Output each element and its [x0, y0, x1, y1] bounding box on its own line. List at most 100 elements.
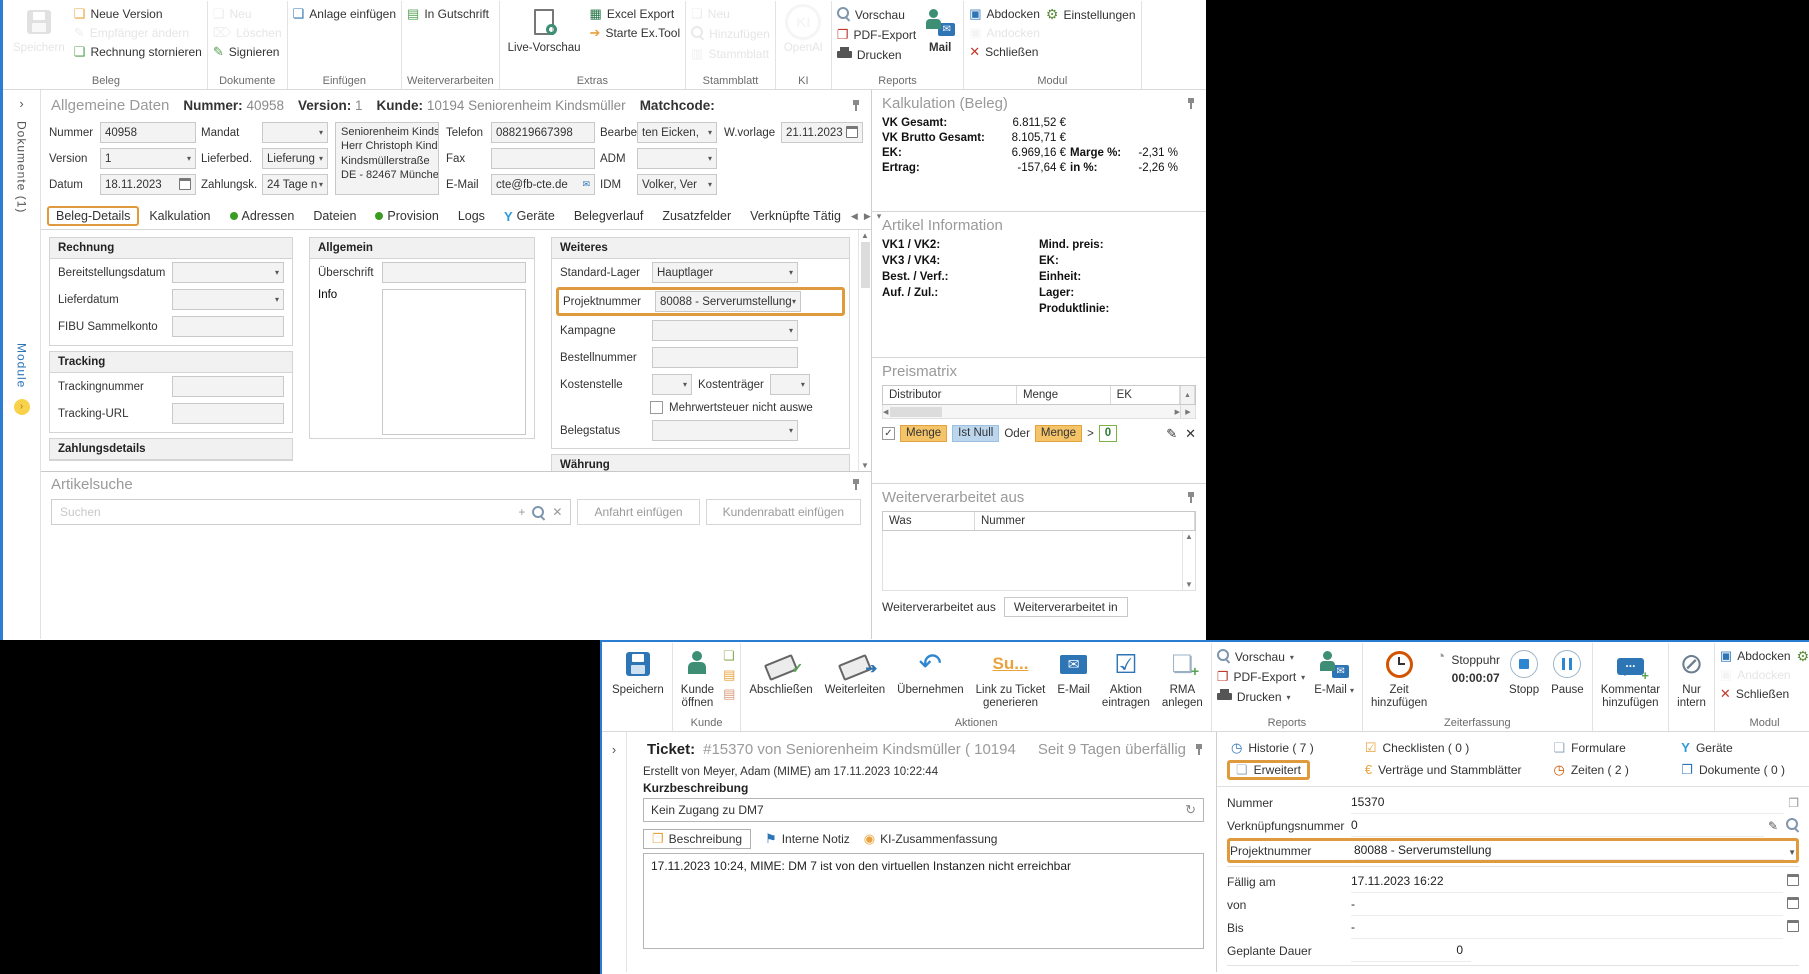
tab-dateien[interactable]: Dateien	[304, 206, 365, 226]
wvorlage-field[interactable]: 21.11.2023	[781, 122, 863, 143]
copy-icon[interactable]: ❐	[1788, 796, 1799, 810]
bestellnummer-field[interactable]	[652, 347, 798, 368]
schliessen-button[interactable]: ✕Schließen	[1720, 687, 1791, 701]
caret-icon[interactable]: ▼	[1788, 844, 1796, 858]
neu-button[interactable]: ❏Neu	[213, 7, 282, 21]
beschreibung-textarea[interactable]: 17.11.2023 10:24, MIME: DM 7 ist von den…	[643, 853, 1204, 949]
field-bis[interactable]: Bis-	[1227, 916, 1799, 939]
icon-button[interactable]: ◔	[1436, 649, 1445, 664]
tab-weiterverarbeitet-aus[interactable]: Weiterverarbeitet aus	[882, 600, 996, 614]
field-value[interactable]: 15370	[1351, 791, 1784, 814]
tab-zusatzfelder[interactable]: Zusatzfelder	[653, 206, 740, 226]
kostenstelle-combo[interactable]: ▾	[652, 374, 692, 395]
vorschau-button[interactable]: Vorschau▾	[1217, 649, 1305, 665]
telefon-field[interactable]: 088219667398	[491, 122, 595, 143]
tab-verknuepfte-taetig[interactable]: Verknüpfte Tätig	[741, 206, 850, 226]
lieferbed-combo[interactable]: Lieferung▾	[262, 148, 328, 169]
field-nummer[interactable]: Nummer15370❐	[1227, 791, 1799, 814]
pin-icon[interactable]	[1186, 492, 1196, 503]
field-geplante-dauer[interactable]: Geplante Dauer0	[1227, 939, 1799, 962]
field-bearbeiter[interactable]: Bearbeiter	[1227, 969, 1799, 972]
sidebar-tab-dokumente[interactable]: Dokumente (1)	[15, 121, 29, 213]
icon-button[interactable]: ⚙	[1797, 649, 1809, 664]
edit-filter-icon[interactable]: ✎	[1166, 426, 1177, 442]
kostentraeger-combo[interactable]: ▾	[770, 374, 810, 395]
kundenrabatt-einfuegen-button[interactable]: Kundenrabatt einfügen	[706, 499, 861, 525]
kommentar-hinzufuegen-button[interactable]: ...+Kommentar hinzufügen	[1598, 643, 1663, 710]
lieferdatum-combo[interactable]: ▾	[172, 289, 284, 310]
filter-value-chip[interactable]: 0	[1099, 425, 1117, 442]
excel-export-button[interactable]: ▦Excel Export	[590, 7, 681, 21]
uebernehmen-button[interactable]: ↶Übernehmen	[894, 643, 966, 697]
filter-field-chip[interactable]: Menge	[900, 425, 947, 442]
kampagne-combo[interactable]: ▾	[652, 320, 798, 341]
e-mail-button[interactable]: ✉E-Mail	[1054, 643, 1093, 697]
search-icon[interactable]	[532, 506, 545, 519]
adm-combo[interactable]: ▾	[637, 148, 717, 169]
clear-icon[interactable]: ✕	[552, 505, 562, 519]
neu-button[interactable]: ❏Neu	[691, 7, 770, 21]
col-nummer[interactable]: Nummer	[975, 512, 1195, 530]
ticket-tab-ki-zusammenfassung[interactable]: ◉KI-Zusammenfassung	[864, 832, 998, 846]
pencil-icon[interactable]: ✎	[1768, 819, 1778, 833]
anlage-einfuegen-button[interactable]: ❏Anlage einfügen	[293, 7, 396, 21]
sidebar-tab-module[interactable]: Module	[15, 343, 29, 388]
preismatrix-hscrollbar[interactable]: ◀▶▶	[882, 405, 1196, 419]
nur-intern-button[interactable]: ⊘Nur intern	[1674, 643, 1709, 710]
field-value[interactable]	[1351, 969, 1795, 972]
live-vorschau-button[interactable]: Live-Vorschau	[505, 1, 584, 55]
calendar-icon[interactable]	[179, 178, 191, 190]
ticket-tab-interne-notiz[interactable]: ⚑Interne Notiz	[765, 832, 850, 846]
ticket-expander-icon[interactable]: ›	[612, 742, 616, 757]
tab-kalkulation[interactable]: Kalkulation	[140, 206, 219, 226]
calendar-icon[interactable]	[1787, 920, 1799, 935]
andocken-button[interactable]: ▣Andocken	[1720, 668, 1791, 682]
hinzufuegen-button[interactable]: Hinzufügen	[691, 26, 770, 42]
starte-ex-tool-button[interactable]: ➔Starte Ex.Tool	[590, 26, 681, 40]
empfaenger-aendern-button[interactable]: ✎Empfänger ändern	[74, 26, 202, 40]
artikel-search-input[interactable]	[60, 505, 510, 519]
col-menge[interactable]: Menge	[1017, 386, 1111, 404]
tab-scroll-right-icon[interactable]: ▶	[864, 211, 871, 222]
zahlungsk-combo[interactable]: 24 Tage n▾	[262, 174, 328, 195]
details-tab-vertraege-und-stammblaetter[interactable]: €Verträge und Stammblätter	[1361, 760, 1550, 780]
details-tab-zeiten-2[interactable]: ◷Zeiten ( 2 )	[1550, 760, 1678, 780]
field-projektnummer[interactable]: Projektnummer80088 - Serverumstellung▼	[1227, 838, 1799, 863]
link-zu-ticket-generieren-button[interactable]: Su...Link zu Ticket generieren	[973, 643, 1049, 710]
tab-scroll-left-icon[interactable]: ◀	[851, 211, 858, 222]
pin-icon[interactable]	[1186, 98, 1196, 109]
tab-belegverlauf[interactable]: Belegverlauf	[565, 206, 653, 226]
kurzbeschreibung-input[interactable]	[651, 803, 1179, 817]
field-value[interactable]: 0	[1351, 939, 1471, 962]
einstellungen-button[interactable]: ⚙Einstellungen	[1046, 7, 1136, 22]
rechnung-stornieren-button[interactable]: ❏Rechnung stornieren	[74, 45, 202, 59]
nummer-field[interactable]: 40958	[100, 122, 196, 143]
fibu-sammelkonto-field[interactable]	[172, 316, 284, 337]
field-value[interactable]: 0	[1351, 814, 1764, 837]
signieren-button[interactable]: ✎Signieren	[213, 45, 282, 59]
sidebar-expander-icon[interactable]: ›	[19, 96, 23, 111]
details-tab-checklisten-0[interactable]: ☑Checklisten ( 0 )	[1361, 738, 1550, 757]
abdocken-button[interactable]: ▣Abdocken	[1720, 649, 1791, 663]
calendar-icon[interactable]	[1787, 874, 1799, 889]
aktion-eintragen-button[interactable]: ☑Aktion eintragen	[1099, 643, 1153, 710]
schliessen-button[interactable]: ✕Schließen	[969, 45, 1040, 59]
abschliessen-button[interactable]: ✓Abschließen	[746, 643, 815, 697]
tab-beleg-details[interactable]: Beleg-Details	[47, 206, 139, 226]
scroll-up-icon[interactable]: ▲	[1180, 386, 1195, 404]
in-gutschrift-button[interactable]: ▤In Gutschrift	[407, 7, 489, 21]
field-value[interactable]: 80088 - Serverumstellung	[1354, 841, 1784, 860]
tracking-url-field[interactable]	[172, 403, 284, 424]
filter-checkbox[interactable]: ✓	[882, 427, 895, 440]
openai-button[interactable]: KIOpenAI	[781, 1, 826, 55]
col-was[interactable]: Was	[883, 512, 975, 530]
rma-anlegen-button[interactable]: ❏+RMA anlegen	[1159, 643, 1206, 710]
zeit-hinzufuegen-button[interactable]: Zeit hinzufügen	[1368, 643, 1430, 710]
field-faellig-am[interactable]: Fällig am17.11.2023 16:22	[1227, 870, 1799, 893]
projektnummer-combo[interactable]: 80088 - Serverumstellung▾	[655, 291, 801, 312]
tab-adressen[interactable]: Adressen	[221, 206, 304, 226]
field-value[interactable]: 17.11.2023 16:22	[1351, 870, 1783, 893]
field-von[interactable]: von-	[1227, 893, 1799, 916]
fax-field[interactable]	[491, 148, 595, 169]
pin-icon[interactable]	[851, 100, 861, 111]
